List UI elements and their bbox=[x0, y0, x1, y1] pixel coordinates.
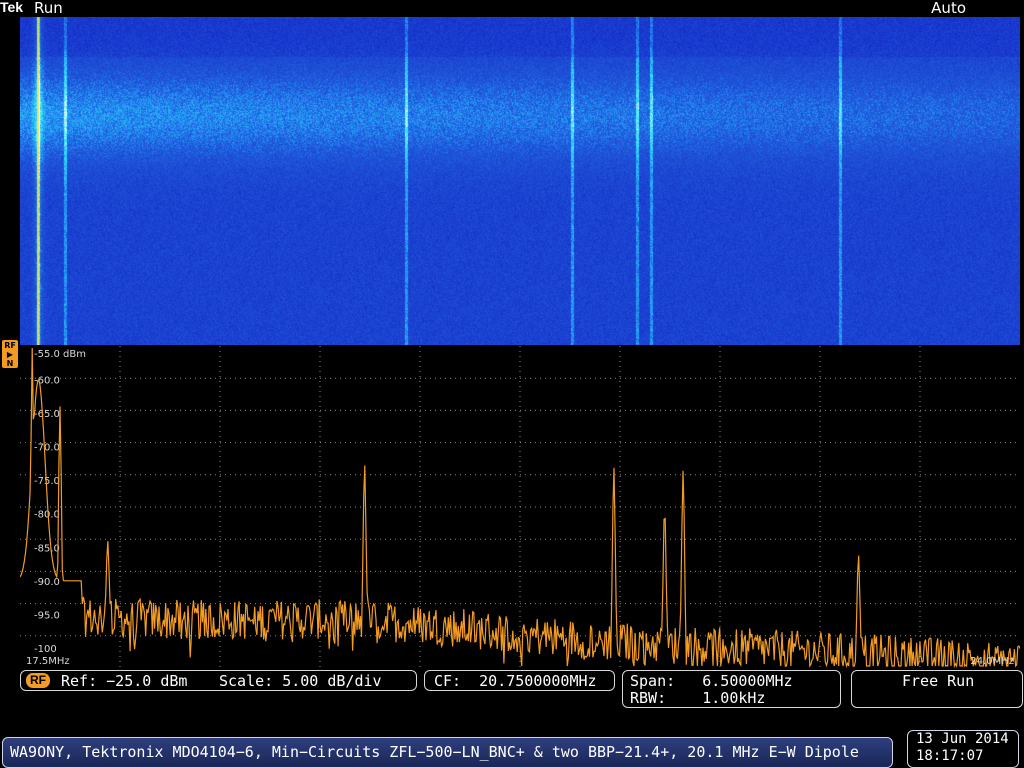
rf-reference-marker[interactable]: RF ▶ N bbox=[2, 340, 18, 368]
date: 13 Jun 2014 bbox=[916, 731, 1009, 747]
acquisition-run-state[interactable]: Run bbox=[34, 0, 63, 17]
y-tick-label: -100 bbox=[34, 644, 57, 655]
top-status-bar: Tek Run Auto bbox=[0, 0, 1024, 17]
reference-level-label: -55.0 dBm bbox=[34, 349, 86, 360]
y-tick-label: -95.0 bbox=[34, 610, 60, 621]
spectrum-plot: -55.0 dBm-60.0-65.0-70.0-75.0-80.0-85.0-… bbox=[20, 346, 1020, 668]
y-tick-label: -70.0 bbox=[34, 443, 60, 454]
start-frequency-label: 17.5MHz bbox=[26, 656, 70, 667]
tek-logo: Tek bbox=[0, 0, 24, 15]
spectrogram-waterfall bbox=[20, 17, 1020, 345]
center-frequency-panel[interactable]: CF: 20.7500000MHz bbox=[424, 670, 615, 691]
y-tick-label: -80.0 bbox=[34, 510, 60, 521]
trigger-mode[interactable]: Auto bbox=[931, 0, 966, 17]
rf-channel-tag: RF bbox=[26, 673, 50, 688]
vertical-scale: Scale: 5.00 dB/div bbox=[219, 672, 382, 690]
rbw-value: RBW: 1.00kHz bbox=[630, 689, 766, 707]
center-frequency: CF: 20.7500000MHz bbox=[434, 672, 597, 690]
span-value: Span: 6.50000MHz bbox=[630, 672, 793, 690]
reference-level: Ref: −25.0 dBm bbox=[61, 672, 188, 690]
y-tick-label: -90.0 bbox=[34, 577, 60, 588]
date-time-display: 13 Jun 2014 18:17:07 bbox=[907, 730, 1019, 768]
screen-caption: WA9ONY, Tektronix MDO4104−6, Min−Circuit… bbox=[2, 737, 893, 768]
span-rbw-panel[interactable]: Span: 6.50000MHz RBW: 1.00kHz bbox=[622, 670, 841, 708]
reference-scale-panel[interactable]: RF Ref: −25.0 dBm Scale: 5.00 dB/div bbox=[20, 670, 417, 691]
time: 18:17:07 bbox=[916, 748, 984, 764]
y-tick-label: -85.0 bbox=[34, 543, 60, 554]
free-run-status: Free Run bbox=[902, 672, 975, 690]
trigger-status-panel[interactable]: Free Run bbox=[851, 670, 1023, 708]
stop-frequency-label: 24.0MHz bbox=[970, 656, 1014, 667]
y-tick-label: -65.0 bbox=[34, 409, 60, 420]
